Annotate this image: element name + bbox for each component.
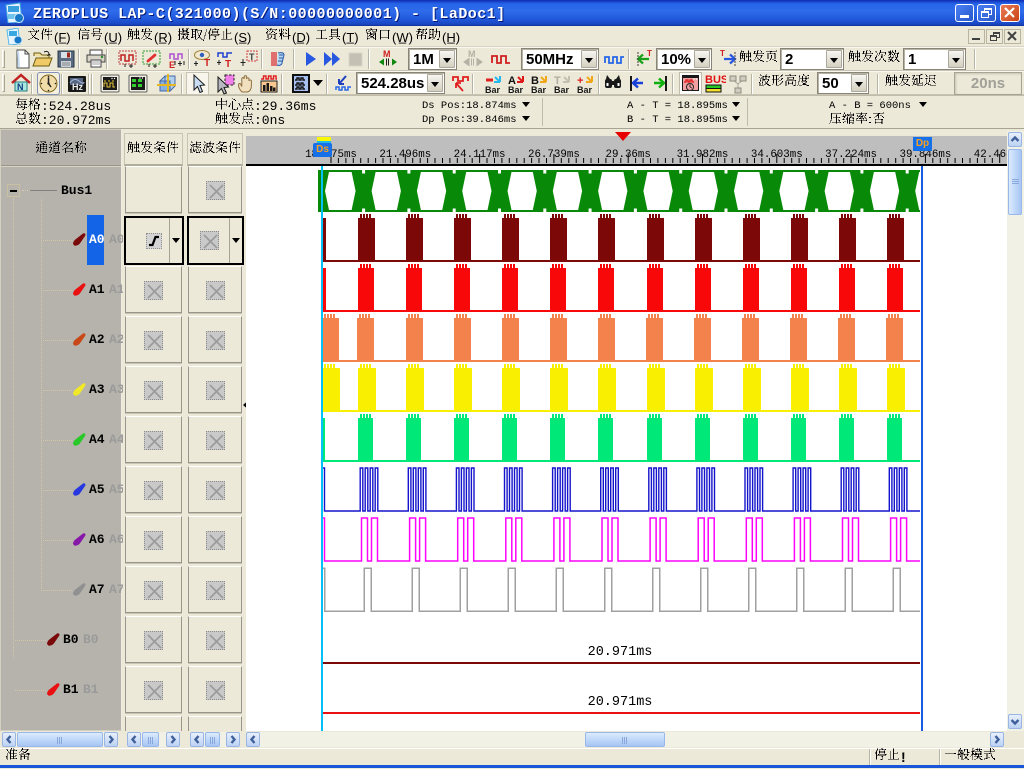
- svg-text:21.496ms: 21.496ms: [379, 149, 431, 161]
- svg-text:20.971ms: 20.971ms: [588, 645, 653, 660]
- svg-text:Bar: Bar: [508, 85, 524, 95]
- svg-text:34.603ms: 34.603ms: [751, 149, 803, 161]
- svg-text:24.117ms: 24.117ms: [454, 149, 506, 161]
- svg-text:26.739ms: 26.739ms: [528, 149, 580, 161]
- svg-text:Bar: Bar: [577, 85, 593, 95]
- svg-text:M: M: [383, 49, 391, 59]
- svg-text:37.224ms: 37.224ms: [825, 149, 877, 161]
- svg-text:T: T: [720, 49, 725, 58]
- svg-text:E: E: [169, 60, 175, 70]
- svg-text:Bar: Bar: [531, 85, 547, 95]
- svg-text:M: M: [468, 49, 476, 59]
- svg-text:31.982ms: 31.982ms: [677, 149, 729, 161]
- svg-text:29.36ms: 29.36ms: [606, 149, 651, 161]
- svg-text:Hz: Hz: [72, 82, 83, 92]
- svg-text:Bar: Bar: [485, 85, 501, 95]
- svg-text:T: T: [647, 49, 652, 58]
- svg-text:T: T: [204, 58, 210, 69]
- svg-text:42.468ms: 42.468ms: [974, 149, 1007, 161]
- svg-text:BUS: BUS: [705, 74, 726, 86]
- svg-text:Bar: Bar: [554, 85, 570, 95]
- svg-text:20.971ms: 20.971ms: [588, 695, 653, 710]
- svg-text:N: N: [17, 82, 24, 92]
- svg-text:T: T: [249, 52, 255, 62]
- svg-text:T: T: [225, 59, 231, 70]
